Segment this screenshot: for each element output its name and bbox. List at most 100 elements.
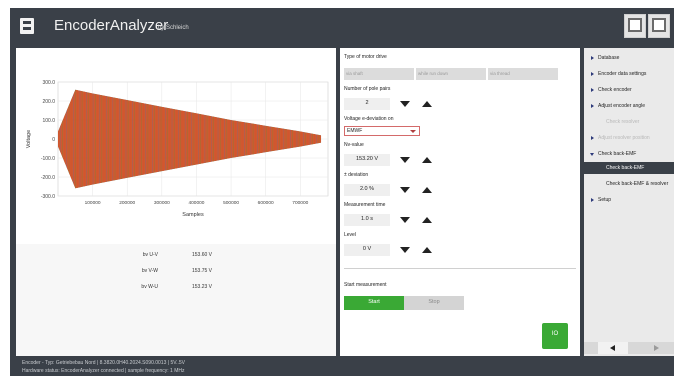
bullet-arrow-icon <box>591 88 594 92</box>
deviation-increase-button[interactable] <box>418 184 436 196</box>
level-field[interactable]: 0 V <box>344 244 390 256</box>
reading-value: 153.23 V <box>192 284 213 290</box>
reading-row: bv U-V 153.60 V <box>16 252 336 266</box>
nav-item-check-back-emf-sub[interactable]: Check back-EMF <box>584 162 674 174</box>
settings-window-icon <box>652 18 666 32</box>
measurement-time-field[interactable]: 1.0 s <box>344 214 390 226</box>
reading-value: 153.60 V <box>192 252 213 258</box>
y-tick-label: -200.0 <box>41 175 55 181</box>
start-measurement-label: Start measurement <box>344 282 387 288</box>
nav-item-label: Adjust encoder angle <box>598 103 645 109</box>
arrow-up-icon <box>422 247 432 253</box>
bullet-arrow-icon <box>591 72 594 76</box>
y-tick-label: 300.0 <box>42 80 55 86</box>
start-button[interactable]: Start <box>344 296 404 310</box>
reading-label: bv V-W <box>141 268 158 274</box>
nav-item-label: Check back-EMF & resolver <box>606 181 669 187</box>
nv-value-label: Nv-value <box>344 142 364 148</box>
x-tick-label: 100000 <box>85 200 101 206</box>
pole-pairs-increase-button[interactable] <box>418 98 436 110</box>
y-axis-label: Voltage <box>26 130 32 148</box>
nav-item-check-back-emf[interactable]: Check back-EMF <box>584 148 674 160</box>
document-report-icon <box>628 18 642 32</box>
level-decrease-button[interactable] <box>396 244 414 256</box>
pole-pairs-value[interactable]: 2 <box>344 98 390 110</box>
arrow-down-icon <box>400 101 410 107</box>
y-tick-label: -100.0 <box>41 156 55 162</box>
section-divider <box>344 268 576 269</box>
motor-drive-option-shaft[interactable]: via shaft <box>344 68 414 80</box>
nav-item-label: Encoder data settings <box>598 71 647 77</box>
motor-drive-option-run-down[interactable]: while run down <box>416 68 486 80</box>
arrow-up-icon <box>422 217 432 223</box>
header-bar: EncoderAnalyzer by Schleich <box>10 8 674 44</box>
nav-item-label: Check encoder <box>598 87 632 93</box>
x-tick-label: 700000 <box>292 200 308 206</box>
readings-panel: bv U-V 153.60 V bv V-W 153.75 V bv W-U 1… <box>16 244 336 356</box>
bullet-arrow-icon <box>591 56 594 60</box>
nav-item-check-back-emf-resolver[interactable]: Check back-EMF & resolver <box>584 178 674 190</box>
nv-value-increase-button[interactable] <box>418 154 436 166</box>
chart-panel: 300.0 200.0 100.0 0 -100.0 -200.0 -300.0 100000… <box>16 48 336 356</box>
app-logo-icon <box>20 18 34 34</box>
voltage-deviation-value: EMWF <box>347 128 363 134</box>
settings-window-button[interactable] <box>648 14 670 38</box>
y-tick-label: 0 <box>52 137 55 143</box>
reading-label: bv W-U <box>141 284 158 290</box>
nav-item-label: Check back-EMF <box>606 165 645 171</box>
arrow-down-icon <box>400 187 410 193</box>
bullet-arrow-icon <box>591 198 594 202</box>
motor-drive-option-thread[interactable]: via thread <box>488 68 558 80</box>
app-window: EncoderAnalyzer by Schleich 300.0 200.0 10… <box>10 8 674 376</box>
measurement-time-increase-button[interactable] <box>418 214 436 226</box>
voltage-deviation-select[interactable]: EMWF <box>344 126 420 136</box>
stop-button[interactable]: Stop <box>404 296 464 310</box>
y-tick-label: -300.0 <box>41 194 55 200</box>
deviation-field[interactable]: 2.0 % <box>344 184 390 196</box>
bullet-arrow-icon <box>591 136 594 140</box>
deviation-decrease-button[interactable] <box>396 184 414 196</box>
io-button[interactable]: IO <box>542 323 568 349</box>
nav-item-adjust-resolver-position: Adjust resolver position <box>584 132 674 144</box>
nav-item-label: Check back-EMF <box>598 151 637 157</box>
pager-next-button[interactable] <box>644 342 670 354</box>
y-tick-label: 100.0 <box>42 118 55 124</box>
status-hardware: Hardware status: EncoderAnalyzer connect… <box>22 368 185 374</box>
pager-previous-button[interactable] <box>598 342 628 354</box>
pole-pairs-label: Number of pole pairs <box>344 86 391 92</box>
measurement-time-decrease-button[interactable] <box>396 214 414 226</box>
arrow-down-icon <box>400 217 410 223</box>
report-button[interactable] <box>624 14 646 38</box>
x-tick-label: 600000 <box>258 200 274 206</box>
x-tick-label: 300000 <box>154 200 170 206</box>
reading-label: bv U-V <box>142 252 158 258</box>
nav-item-setup[interactable]: Setup <box>584 194 674 206</box>
nav-item-label: Check resolver <box>606 119 640 125</box>
nav-item-encoder-data-settings[interactable]: Encoder data settings <box>584 68 674 80</box>
x-tick-label: 400000 <box>188 200 204 206</box>
nav-item-database[interactable]: Database <box>584 52 674 64</box>
pole-pairs-decrease-button[interactable] <box>396 98 414 110</box>
level-increase-button[interactable] <box>418 244 436 256</box>
x-tick-label: 500000 <box>223 200 239 206</box>
nav-pager <box>584 342 674 354</box>
nav-item-check-resolver: Check resolver <box>584 116 674 128</box>
nv-value-decrease-button[interactable] <box>396 154 414 166</box>
measurement-time-label: Measurement time <box>344 202 386 208</box>
nav-item-label: Database <box>598 55 620 61</box>
chevron-down-icon <box>410 130 416 133</box>
bullet-arrow-icon <box>591 104 594 108</box>
nav-item-check-encoder[interactable]: Check encoder <box>584 84 674 96</box>
nv-value-field[interactable]: 153.20 V <box>344 154 390 166</box>
level-label: Level <box>344 232 356 238</box>
deviation-label: ± deviation <box>344 172 369 178</box>
nav-item-adjust-encoder-angle[interactable]: Adjust encoder angle <box>584 100 674 112</box>
arrow-down-icon <box>400 157 410 163</box>
voltage-chart: 300.0 200.0 100.0 0 -100.0 -200.0 -300.0 100000… <box>16 48 336 242</box>
app-subtitle: by Schleich <box>158 25 189 31</box>
status-bar: Encoder - Typ: Getriebebau Nord | 8.3820… <box>10 358 674 376</box>
voltage-deviation-label: Voltage e-deviation on <box>344 116 394 122</box>
status-encoder-type: Encoder - Typ: Getriebebau Nord | 8.3820… <box>22 360 185 366</box>
arrow-down-icon <box>400 247 410 253</box>
y-tick-label: 200.0 <box>42 99 55 105</box>
